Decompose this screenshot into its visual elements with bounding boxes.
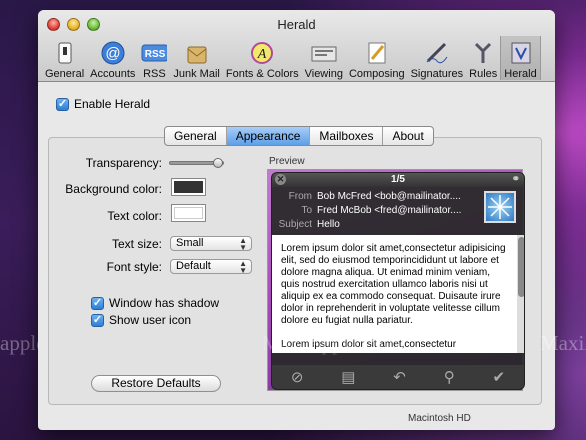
font-style-label: Font style: bbox=[106, 260, 162, 274]
toolbar-rss[interactable]: RSS RSS bbox=[138, 36, 170, 80]
tab-mailboxes[interactable]: Mailboxes bbox=[310, 127, 384, 145]
close-icon[interactable]: ✕ bbox=[275, 174, 286, 185]
text-color-well[interactable] bbox=[171, 204, 206, 222]
background-color-swatch bbox=[174, 181, 203, 193]
body-paragraph: Lorem ipsum dolor sit amet,consectetur bbox=[281, 339, 457, 350]
toolbar-fonts-colors[interactable]: A Fonts & Colors bbox=[223, 36, 302, 80]
notification-header: ✕ 1/5 ⚭ bbox=[272, 173, 524, 187]
window-shadow-label: Window has shadow bbox=[109, 296, 220, 310]
scrollbar-thumb[interactable] bbox=[518, 237, 524, 297]
from-key: From bbox=[288, 191, 312, 202]
notification-preview: ✕ 1/5 ⚭ From Bob McFred <bob@mailinator..… bbox=[271, 172, 525, 390]
reply-icon[interactable]: ↶ bbox=[393, 368, 406, 386]
search-icon[interactable]: ⚲ bbox=[444, 368, 455, 386]
toolbar-label: Accounts bbox=[90, 68, 136, 80]
text-size-value: Small bbox=[176, 237, 204, 249]
user-icon-checkbox[interactable]: ✓ Show user icon bbox=[91, 313, 191, 327]
tab-bar: General Appearance Mailboxes About bbox=[164, 126, 434, 146]
text-size-label: Text size: bbox=[111, 237, 162, 251]
background-color-label: Background color: bbox=[65, 182, 162, 196]
toolbar-label: Fonts & Colors bbox=[225, 68, 299, 80]
enable-herald-label: Enable Herald bbox=[74, 97, 151, 111]
toolbar-signatures[interactable]: Signatures bbox=[408, 36, 467, 80]
titlebar: Herald General @ Accounts RSS RSS Junk M… bbox=[38, 10, 555, 82]
toolbar-label: Herald bbox=[504, 68, 537, 80]
window-title: Herald bbox=[277, 17, 316, 32]
stepper-arrows-icon: ▲ ▼ bbox=[239, 259, 247, 275]
link-icon[interactable]: ⚭ bbox=[512, 173, 520, 187]
herald-icon bbox=[508, 40, 534, 66]
checkmark-icon: ✓ bbox=[91, 296, 104, 310]
font-style-value: Default bbox=[176, 260, 211, 272]
font-style-select[interactable]: Default ▲ ▼ bbox=[170, 259, 252, 275]
signature-icon bbox=[424, 40, 450, 66]
restore-defaults-button[interactable]: Restore Defaults bbox=[91, 375, 221, 392]
switch-icon bbox=[52, 40, 78, 66]
composing-icon bbox=[364, 40, 390, 66]
user-icon bbox=[484, 191, 516, 223]
subject-key: Subject bbox=[278, 219, 312, 230]
subject-value: Hello bbox=[317, 219, 340, 230]
toolbar-general[interactable]: General bbox=[42, 36, 87, 80]
block-icon[interactable]: ⊘ bbox=[291, 368, 304, 386]
from-row: From Bob McFred <bob@mailinator.... bbox=[272, 191, 461, 202]
at-icon: @ bbox=[100, 40, 126, 66]
checkmark-icon: ✓ bbox=[91, 313, 104, 327]
preferences-window: Herald General @ Accounts RSS RSS Junk M… bbox=[38, 10, 555, 430]
svg-text:RSS: RSS bbox=[145, 49, 166, 60]
tab-appearance[interactable]: Appearance bbox=[226, 127, 311, 145]
trash-icon[interactable]: ▤ bbox=[341, 368, 355, 386]
junk-mail-icon bbox=[184, 40, 210, 66]
viewing-icon bbox=[311, 40, 337, 66]
toolbar-label: General bbox=[45, 68, 85, 80]
checkmark-icon: ✓ bbox=[56, 97, 69, 111]
preferences-content: ✓ Enable Herald General Appearance Mailb… bbox=[38, 83, 555, 430]
toolbar-junk-mail[interactable]: Junk Mail bbox=[170, 36, 222, 80]
toolbar-rules[interactable]: Rules bbox=[466, 36, 500, 80]
toolbar-label: Junk Mail bbox=[173, 68, 220, 80]
toolbar-herald[interactable]: Herald bbox=[500, 36, 541, 80]
svg-text:@: @ bbox=[105, 45, 120, 62]
toolbar-label: Rules bbox=[469, 68, 498, 80]
user-icon-label: Show user icon bbox=[109, 313, 192, 327]
toolbar-label: Composing bbox=[348, 68, 405, 80]
text-color-swatch bbox=[174, 207, 203, 219]
toolbar-label: Viewing bbox=[304, 68, 343, 80]
window-shadow-checkbox[interactable]: ✓ Window has shadow bbox=[91, 296, 219, 310]
enable-herald-checkbox[interactable]: ✓ Enable Herald bbox=[56, 97, 150, 111]
toolbar-label: RSS bbox=[143, 68, 166, 80]
tab-general[interactable]: General bbox=[165, 127, 227, 145]
message-body: Lorem ipsum dolor sit amet,consectetur a… bbox=[272, 235, 517, 353]
toolbar-composing[interactable]: Composing bbox=[346, 36, 408, 80]
transparency-label: Transparency: bbox=[85, 156, 162, 170]
preview-label: Preview bbox=[269, 156, 305, 167]
to-value: Fred McBob <fred@mailinator.... bbox=[317, 205, 462, 216]
toolbar-label: Signatures bbox=[410, 68, 464, 80]
svg-text:A: A bbox=[257, 47, 267, 62]
tab-about[interactable]: About bbox=[383, 127, 432, 145]
mark-read-icon[interactable]: ✔ bbox=[493, 368, 506, 386]
transparency-slider[interactable] bbox=[169, 158, 224, 168]
notification-actions: ⊘ ▤ ↶ ⚲ ✔ bbox=[272, 365, 524, 389]
text-size-select[interactable]: Small ▲ ▼ bbox=[170, 236, 252, 252]
toolbar-accounts[interactable]: @ Accounts bbox=[87, 36, 138, 80]
to-row: To Fred McBob <fred@mailinator.... bbox=[272, 205, 461, 216]
toolbar-viewing[interactable]: Viewing bbox=[302, 36, 346, 80]
body-scrollbar[interactable] bbox=[517, 235, 524, 353]
text-color-label: Text color: bbox=[107, 209, 162, 223]
preview-area: ✕ 1/5 ⚭ From Bob McFred <bob@mailinator..… bbox=[267, 169, 525, 391]
stepper-arrows-icon: ▲ ▼ bbox=[239, 236, 247, 252]
rules-icon bbox=[470, 40, 496, 66]
rss-icon: RSS bbox=[141, 40, 168, 66]
desktop-drive-label: Macintosh HD bbox=[408, 413, 471, 424]
body-paragraph: Lorem ipsum dolor sit amet,consectetur a… bbox=[281, 243, 506, 326]
from-value: Bob McFred <bob@mailinator.... bbox=[317, 191, 461, 202]
preferences-toolbar: General @ Accounts RSS RSS Junk Mail A F… bbox=[42, 36, 541, 80]
to-key: To bbox=[301, 205, 312, 216]
message-counter: 1/5 bbox=[391, 174, 405, 185]
subject-row: Subject Hello bbox=[272, 219, 340, 230]
background-color-well[interactable] bbox=[171, 178, 206, 196]
font-icon: A bbox=[249, 40, 275, 66]
